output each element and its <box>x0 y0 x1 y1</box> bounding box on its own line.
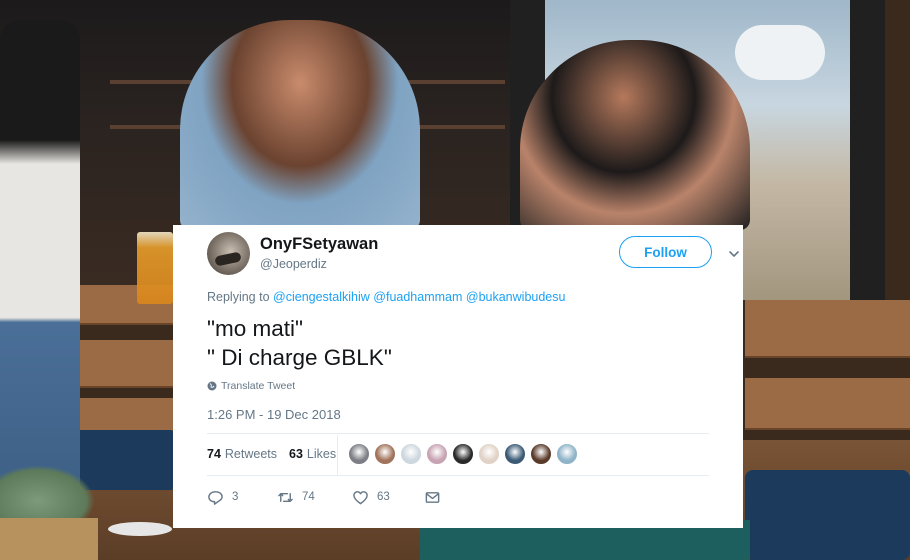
tweet-timestamp[interactable]: 1:26 PM - 19 Dec 2018 <box>207 407 341 422</box>
tweet-actions: 3 74 63 <box>207 487 449 507</box>
mention-link[interactable]: @bukanwibudesu <box>466 290 566 304</box>
retweets-count: 74 <box>207 447 221 461</box>
mention-link[interactable]: @fuadhammam <box>373 290 462 304</box>
mention-link[interactable]: @ciengestalkihiw <box>273 290 370 304</box>
display-name[interactable]: OnyFSetyawan <box>260 235 378 254</box>
tweet-text-line: "mo mati" <box>207 316 303 341</box>
replying-prefix: Replying to <box>207 290 270 304</box>
replying-to: Replying to @ciengestalkihiw @fuadhammam… <box>207 290 565 304</box>
cloud <box>735 25 825 80</box>
liker-avatar[interactable] <box>530 443 552 465</box>
avatar[interactable] <box>207 232 250 275</box>
liker-avatar[interactable] <box>348 443 370 465</box>
follow-button[interactable]: Follow <box>619 236 712 268</box>
translate-label: Translate Tweet <box>221 380 296 392</box>
divider <box>207 475 709 476</box>
liker-avatar[interactable] <box>452 443 474 465</box>
reply-icon <box>208 490 223 505</box>
tweet-header: OnyFSetyawan @Jeoperdiz Follow <box>207 229 739 279</box>
person-middle <box>180 20 420 230</box>
divider <box>337 435 338 475</box>
globe-icon <box>207 381 217 391</box>
bar-shelf <box>395 80 505 84</box>
liker-avatar[interactable] <box>556 443 578 465</box>
like-count: 63 <box>377 491 390 503</box>
bench-plank <box>745 300 910 358</box>
retweets-stat[interactable]: 74 Retweets <box>207 447 277 461</box>
plant-pot <box>0 518 98 560</box>
heart-icon <box>353 490 368 504</box>
cushion <box>745 470 910 560</box>
person-left <box>0 20 80 500</box>
liker-avatar[interactable] <box>374 443 396 465</box>
window-frame <box>850 0 885 310</box>
reply-count: 3 <box>232 491 239 503</box>
liker-avatars <box>348 443 578 465</box>
user-handle[interactable]: @Jeoperdiz <box>260 257 327 271</box>
like-button[interactable]: 63 <box>352 489 424 506</box>
divider <box>207 433 709 434</box>
liker-avatar[interactable] <box>400 443 422 465</box>
envelope-icon <box>425 491 440 503</box>
bench-plank <box>745 378 910 430</box>
chevron-down-icon[interactable] <box>728 248 740 260</box>
liker-avatar[interactable] <box>426 443 448 465</box>
retweet-button[interactable]: 74 <box>277 489 352 506</box>
retweet-count: 74 <box>302 491 315 503</box>
reply-button[interactable]: 3 <box>207 489 277 506</box>
liker-avatar[interactable] <box>504 443 526 465</box>
likes-count: 63 <box>289 447 303 461</box>
retweet-icon <box>278 492 293 502</box>
tweet-text-line: " Di charge GBLK" <box>207 345 392 370</box>
likes-label: Likes <box>306 447 337 461</box>
liker-avatar[interactable] <box>478 443 500 465</box>
plant <box>0 465 95 525</box>
tweet-text: "mo mati" " Di charge GBLK" <box>207 314 392 372</box>
tweet-stats: 74 Retweets 63 Likes <box>207 447 348 461</box>
coaster <box>108 522 172 536</box>
tweet-card: OnyFSetyawan @Jeoperdiz Follow Replying … <box>173 225 743 528</box>
retweets-label: Retweets <box>224 447 278 461</box>
direct-message-button[interactable] <box>424 489 449 506</box>
translate-tweet-link[interactable]: Translate Tweet <box>207 380 295 392</box>
likes-stat[interactable]: 63 Likes <box>289 447 336 461</box>
beer-glass <box>137 232 173 304</box>
